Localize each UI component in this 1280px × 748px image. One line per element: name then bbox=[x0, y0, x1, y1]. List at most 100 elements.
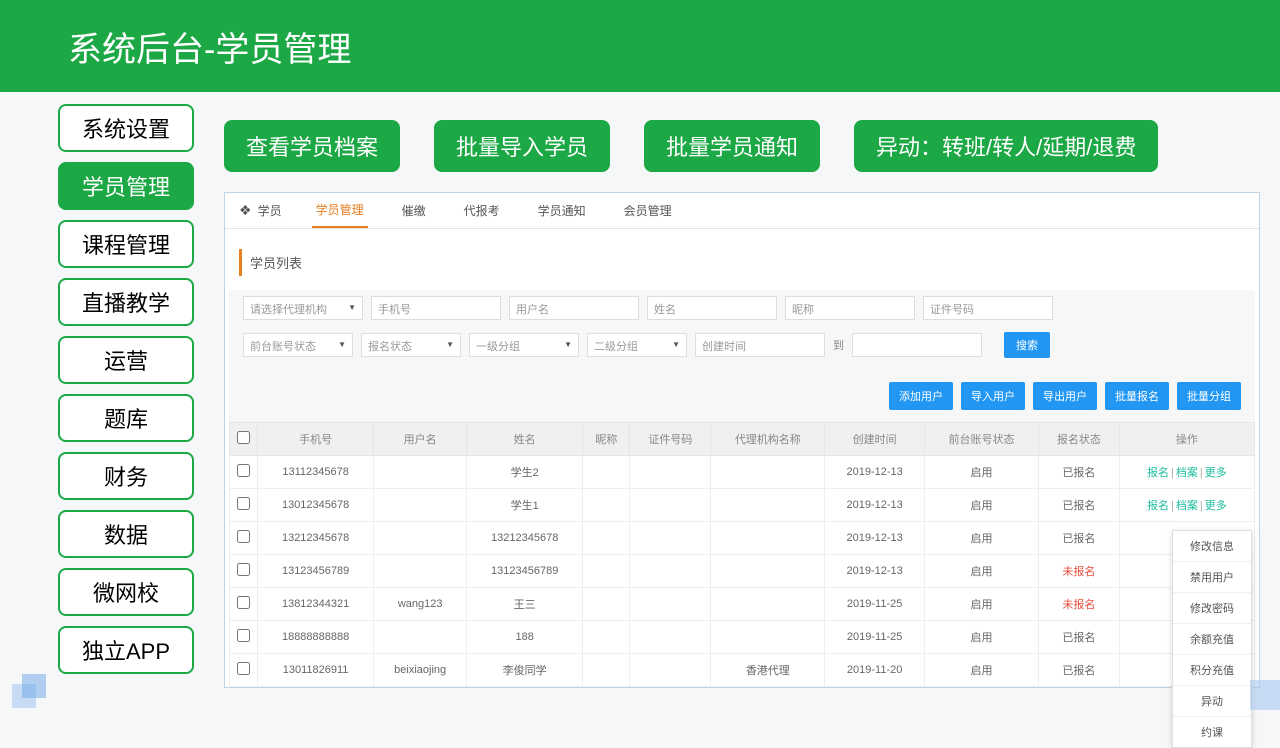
dropdown-item[interactable]: 约课 bbox=[1173, 717, 1251, 747]
sidebar-item[interactable]: 财务 bbox=[58, 452, 194, 500]
page-title: 系统后台-学员管理 bbox=[68, 22, 351, 71]
top-button[interactable]: 查看学员档案 bbox=[224, 120, 400, 172]
row-checkbox[interactable] bbox=[237, 497, 250, 510]
search-button[interactable]: 搜索 bbox=[1004, 332, 1050, 358]
action-button[interactable]: 添加用户 bbox=[889, 382, 953, 410]
filter-select[interactable]: 二级分组 bbox=[587, 333, 687, 357]
table-header: 操作 bbox=[1119, 423, 1254, 456]
table-cell: 2019-12-13 bbox=[825, 456, 924, 489]
sidebar-item[interactable]: 运营 bbox=[58, 336, 194, 384]
sidebar-item[interactable]: 题库 bbox=[58, 394, 194, 442]
row-checkbox[interactable] bbox=[237, 596, 250, 609]
dropdown-item[interactable]: 余额充值 bbox=[1173, 624, 1251, 655]
table-cell: 启用 bbox=[924, 588, 1038, 621]
table-cell bbox=[711, 588, 825, 621]
sidebar-item[interactable]: 系统设置 bbox=[58, 104, 194, 152]
table-cell bbox=[583, 456, 630, 489]
sidebar-item[interactable]: 课程管理 bbox=[58, 220, 194, 268]
filter-select[interactable]: 前台账号状态 bbox=[243, 333, 353, 357]
filter-input[interactable]: 创建时间 bbox=[695, 333, 825, 357]
table-cell: 未报名 bbox=[1039, 588, 1120, 621]
top-buttons: 查看学员档案批量导入学员批量学员通知异动：转班/转人/延期/退费 bbox=[224, 120, 1260, 172]
filter-select[interactable]: 报名状态 bbox=[361, 333, 461, 357]
table-header: 昵称 bbox=[583, 423, 630, 456]
archive-link[interactable]: 档案 bbox=[1176, 467, 1198, 479]
filter-select[interactable]: 请选择代理机构 bbox=[243, 296, 363, 320]
table-cell: 启用 bbox=[924, 621, 1038, 654]
filter-row-2: 前台账号状态报名状态一级分组二级分组创建时间到搜索 bbox=[243, 326, 1241, 364]
panel-tab[interactable]: 学员管理 bbox=[312, 193, 368, 228]
top-button[interactable]: 批量学员通知 bbox=[644, 120, 820, 172]
more-link[interactable]: 更多 bbox=[1205, 467, 1227, 479]
action-button[interactable]: 导入用户 bbox=[961, 382, 1025, 410]
table-cell bbox=[711, 489, 825, 522]
top-button[interactable]: 批量导入学员 bbox=[434, 120, 610, 172]
table-cell bbox=[711, 555, 825, 588]
table-cell bbox=[630, 456, 711, 489]
row-checkbox[interactable] bbox=[237, 629, 250, 642]
table-cell: 2019-11-25 bbox=[825, 588, 924, 621]
table-cell: 13012345678 bbox=[258, 489, 374, 522]
filter-input[interactable]: 昵称 bbox=[785, 296, 915, 320]
action-button[interactable]: 批量报名 bbox=[1105, 382, 1169, 410]
more-link[interactable]: 更多 bbox=[1205, 500, 1227, 512]
archive-link[interactable]: 档案 bbox=[1176, 500, 1198, 512]
table-row: 13012345678学生12019-12-13启用已报名报名|档案|更多 bbox=[230, 489, 1255, 522]
sidebar-item[interactable]: 直播教学 bbox=[58, 278, 194, 326]
sidebar-item[interactable]: 学员管理 bbox=[58, 162, 194, 210]
table-header: 手机号 bbox=[258, 423, 374, 456]
table-cell bbox=[230, 588, 258, 621]
filter-input[interactable]: 证件号码 bbox=[923, 296, 1053, 320]
filter-input[interactable] bbox=[852, 333, 982, 357]
dropdown-item[interactable]: 修改密码 bbox=[1173, 593, 1251, 624]
table-row: 13812344321wang123王三2019-11-25启用未报名 bbox=[230, 588, 1255, 621]
table-cell bbox=[583, 555, 630, 588]
table-cell: 已报名 bbox=[1039, 489, 1120, 522]
table-header: 前台账号状态 bbox=[924, 423, 1038, 456]
action-button[interactable]: 导出用户 bbox=[1033, 382, 1097, 410]
panel-tab[interactable]: 催缴 bbox=[398, 194, 430, 227]
table-cell: 已报名 bbox=[1039, 654, 1120, 687]
table-cell bbox=[630, 489, 711, 522]
top-button[interactable]: 异动：转班/转人/延期/退费 bbox=[854, 120, 1158, 172]
decoration bbox=[22, 674, 46, 698]
row-checkbox[interactable] bbox=[237, 563, 250, 576]
row-checkbox[interactable] bbox=[237, 464, 250, 477]
filters: 请选择代理机构手机号用户名姓名昵称证件号码 前台账号状态报名状态一级分组二级分组… bbox=[229, 290, 1255, 374]
filter-select[interactable]: 一级分组 bbox=[469, 333, 579, 357]
select-all-checkbox[interactable] bbox=[237, 431, 250, 444]
table-row: 13212345678132123456782019-12-13启用已报名 bbox=[230, 522, 1255, 555]
filter-input[interactable]: 用户名 bbox=[509, 296, 639, 320]
table-cell: 报名|档案|更多 bbox=[1119, 489, 1254, 522]
action-button[interactable]: 批量分组 bbox=[1177, 382, 1241, 410]
table-cell bbox=[374, 555, 467, 588]
dropdown-item[interactable]: 修改信息 bbox=[1173, 531, 1251, 562]
sidebar-item[interactable]: 微网校 bbox=[58, 568, 194, 616]
table-cell: beixiaojing bbox=[374, 654, 467, 687]
panel-tab[interactable]: 代报考 bbox=[460, 194, 504, 227]
sidebar-item[interactable]: 独立APP bbox=[58, 626, 194, 674]
filter-input[interactable]: 姓名 bbox=[647, 296, 777, 320]
table-cell: 启用 bbox=[924, 654, 1038, 687]
filter-input[interactable]: 手机号 bbox=[371, 296, 501, 320]
table-body: 13112345678学生22019-12-13启用已报名报名|档案|更多130… bbox=[230, 456, 1255, 687]
table-cell bbox=[583, 588, 630, 621]
dropdown-item[interactable]: 异动 bbox=[1173, 686, 1251, 717]
signup-link[interactable]: 报名 bbox=[1147, 467, 1169, 479]
row-checkbox[interactable] bbox=[237, 662, 250, 675]
dropdown-item[interactable]: 禁用用户 bbox=[1173, 562, 1251, 593]
table-cell: 王三 bbox=[467, 588, 583, 621]
row-checkbox[interactable] bbox=[237, 530, 250, 543]
sidebar: 系统设置学员管理课程管理直播教学运营题库财务数据微网校独立APP bbox=[58, 104, 194, 688]
table-header: 姓名 bbox=[467, 423, 583, 456]
table-cell bbox=[374, 489, 467, 522]
page-header: 系统后台-学员管理 bbox=[0, 0, 1280, 92]
table-cell bbox=[230, 522, 258, 555]
table-cell bbox=[583, 522, 630, 555]
panel-tab[interactable]: 会员管理 bbox=[620, 194, 676, 227]
signup-link[interactable]: 报名 bbox=[1147, 500, 1169, 512]
panel-tab[interactable]: 学员通知 bbox=[534, 194, 590, 227]
sidebar-item[interactable]: 数据 bbox=[58, 510, 194, 558]
dropdown-item[interactable]: 积分充值 bbox=[1173, 655, 1251, 686]
decoration bbox=[1250, 680, 1280, 710]
